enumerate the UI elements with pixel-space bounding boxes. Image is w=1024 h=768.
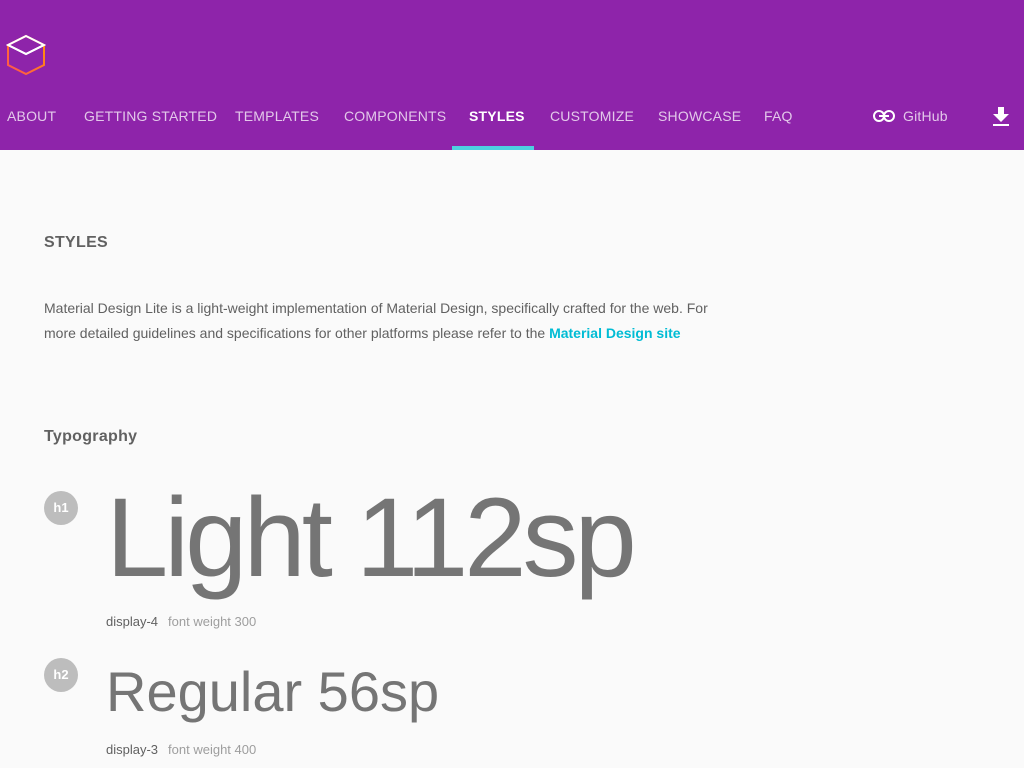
- nav-getting-started[interactable]: GETTING STARTED: [84, 84, 217, 150]
- display-3-sample: Regular 56sp: [106, 660, 440, 723]
- link-icon: [873, 85, 895, 149]
- display-3-meta: display-3 font weight 400: [106, 742, 256, 757]
- active-tab-indicator: [452, 146, 534, 150]
- github-label: GitHub: [903, 108, 948, 124]
- style-name: display-4: [106, 614, 159, 629]
- main-nav: ABOUT GETTING STARTED TEMPLATES COMPONEN…: [0, 84, 1024, 150]
- h2-badge: h2: [44, 658, 78, 692]
- font-weight-label: font weight 300: [168, 614, 257, 629]
- material-design-site-link[interactable]: Material Design site: [549, 325, 681, 341]
- download-icon: [992, 107, 1010, 127]
- cube-logo-icon[interactable]: [5, 34, 47, 76]
- nav-styles[interactable]: STYLES: [469, 84, 525, 150]
- font-weight-label: font weight 400: [168, 742, 257, 757]
- nav-github[interactable]: GitHub: [873, 84, 948, 150]
- nav-components[interactable]: COMPONENTS: [344, 84, 446, 150]
- display-4-meta: display-4 font weight 300: [106, 614, 256, 629]
- style-name: display-3: [106, 742, 159, 757]
- nav-download[interactable]: [992, 84, 1010, 150]
- top-app-bar: ABOUT GETTING STARTED TEMPLATES COMPONEN…: [0, 0, 1024, 150]
- nav-showcase[interactable]: SHOWCASE: [658, 84, 741, 150]
- h1-badge: h1: [44, 491, 78, 525]
- nav-customize[interactable]: CUSTOMIZE: [550, 84, 634, 150]
- nav-faq[interactable]: FAQ: [764, 84, 793, 150]
- typography-heading: Typography: [44, 428, 138, 445]
- nav-about[interactable]: ABOUT: [7, 84, 56, 150]
- nav-templates[interactable]: TEMPLATES: [235, 84, 319, 150]
- display-4-sample: Light 112sp: [106, 475, 637, 600]
- page-title: STYLES: [44, 234, 109, 251]
- intro-paragraph: Material Design Lite is a light-weight i…: [44, 296, 714, 346]
